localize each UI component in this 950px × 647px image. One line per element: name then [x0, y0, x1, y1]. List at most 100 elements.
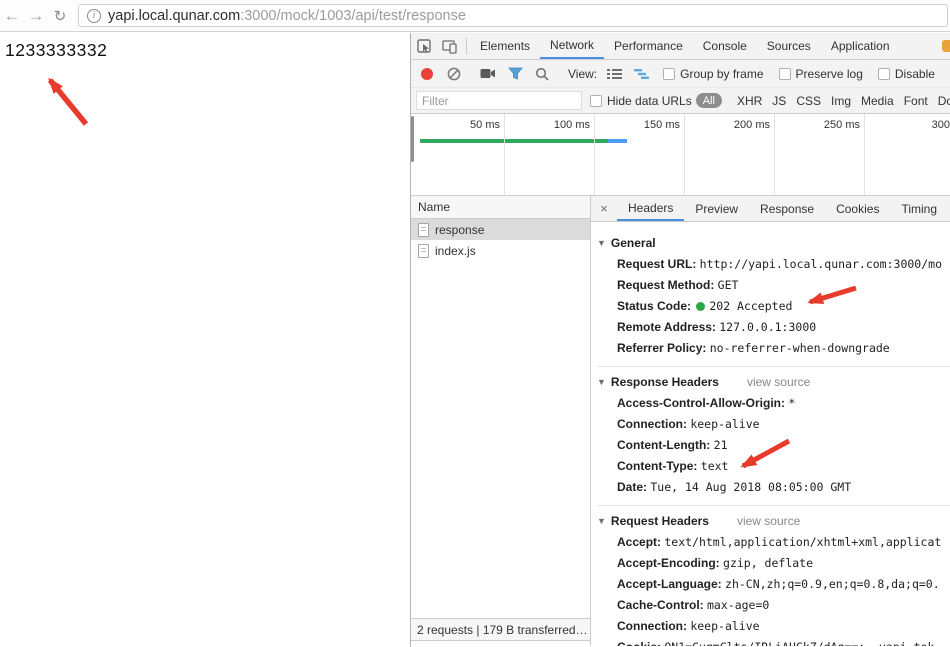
header-row: Date: Tue, 14 Aug 2018 08:05:00 GMT — [597, 477, 950, 498]
hide-data-urls-label: Hide data URLs — [607, 93, 692, 108]
filter-type-font[interactable]: Font — [904, 94, 928, 108]
record-icon[interactable] — [421, 67, 433, 80]
browser-toolbar: ← → ↻ i yapi.local.qunar.com:3000/mock/1… — [0, 0, 950, 32]
header-value: 127.0.0.1:3000 — [719, 320, 817, 334]
network-overview-timeline[interactable]: 50 ms 100 ms 150 ms 200 ms 250 ms 300 — [411, 114, 950, 196]
url-host: yapi.local.qunar.com — [108, 7, 241, 24]
disclosure-triangle-icon[interactable]: ▼ — [597, 377, 606, 387]
requests-summary: 2 requests | 179 B transferred… — [411, 618, 590, 641]
page-info-icon[interactable]: i — [87, 8, 101, 23]
checkbox-preserve-log[interactable] — [778, 67, 791, 80]
request-row[interactable]: response — [411, 219, 590, 240]
hide-data-urls-checkbox[interactable] — [590, 94, 602, 107]
header-key: Content-Length: — [617, 438, 714, 452]
filter-type-doc[interactable]: Doc — [938, 94, 950, 108]
tab-elements[interactable]: Elements — [470, 33, 540, 59]
device-toolbar-icon[interactable] — [437, 33, 463, 59]
header-row: Connection: keep-alive — [597, 414, 950, 435]
checkbox-group-by-frame[interactable] — [663, 67, 676, 80]
filter-icon[interactable] — [508, 67, 523, 80]
header-key: Request URL: — [617, 257, 700, 271]
timeline-tick-label: 50 ms — [470, 119, 500, 131]
header-value: gzip, deflate — [723, 556, 814, 570]
header-row: Accept-Encoding: gzip, deflate — [597, 553, 950, 574]
overview-handle[interactable] — [411, 116, 414, 162]
disclosure-triangle-icon[interactable]: ▼ — [597, 516, 606, 526]
back-icon[interactable]: ← — [0, 6, 24, 26]
tab-network[interactable]: Network — [540, 33, 605, 59]
document-icon — [418, 243, 429, 258]
mock-response-text: 1233333332 — [5, 40, 108, 60]
tab-application[interactable]: Application — [821, 33, 900, 59]
header-key: Date: — [617, 480, 651, 494]
detail-tab-preview[interactable]: Preview — [684, 196, 749, 221]
checkbox-disable[interactable] — [877, 67, 890, 80]
header-key: Access-Control-Allow-Origin: — [617, 396, 789, 410]
filter-type-css[interactable]: CSS — [796, 94, 821, 108]
close-icon[interactable]: × — [591, 196, 617, 221]
tab-sources[interactable]: Sources — [757, 33, 821, 59]
filter-type-xhr[interactable]: XHR — [737, 94, 762, 108]
show-overview-icon[interactable] — [634, 68, 650, 80]
filter-all-pill[interactable]: All — [695, 93, 722, 108]
header-value: 21 — [713, 438, 728, 452]
detail-tab-response[interactable]: Response — [749, 196, 825, 221]
url-bar[interactable]: i yapi.local.qunar.com:3000/mock/1003/ap… — [78, 4, 948, 27]
timeline-tick-label: 300 — [931, 119, 950, 131]
header-row: Content-Type: text — [597, 456, 950, 477]
detail-tab-cookies[interactable]: Cookies — [825, 196, 890, 221]
header-row: Referrer Policy: no-referrer-when-downgr… — [597, 338, 950, 359]
filter-type-media[interactable]: Media — [861, 94, 894, 108]
header-value: text — [700, 459, 729, 473]
warning-badge-icon[interactable] — [942, 40, 950, 52]
header-value: Tue, 14 Aug 2018 08:05:00 GMT — [650, 480, 852, 494]
filter-type-img[interactable]: Img — [831, 94, 851, 108]
section-title: Request Headers — [610, 514, 709, 528]
filter-input[interactable] — [416, 91, 582, 110]
name-column-header[interactable]: Name — [411, 196, 590, 219]
timeline-gridline — [864, 114, 865, 195]
header-value: no-referrer-when-downgrade — [709, 341, 890, 355]
timeline-tick-label: 100 ms — [553, 119, 590, 131]
status-green-dot-icon — [696, 302, 706, 311]
header-value: GET — [717, 278, 739, 292]
capture-screenshots-icon[interactable] — [480, 68, 496, 79]
headers-content: ▼ General Request URL: http://yapi.local.q… — [591, 222, 950, 646]
tab-console[interactable]: Console — [693, 33, 757, 59]
request-row[interactable]: index.js — [411, 240, 590, 261]
header-key: Connection: — [617, 417, 691, 431]
header-key: Accept: — [617, 535, 665, 549]
timeline-tick-label: 250 ms — [823, 119, 860, 131]
large-rows-icon[interactable] — [607, 68, 623, 80]
request-list-panel: Name response index.js 2 requests | 179 B… — [411, 196, 591, 646]
header-key: Accept-Encoding: — [617, 556, 724, 570]
inspect-element-icon[interactable] — [411, 33, 437, 59]
divider — [466, 38, 467, 54]
header-key: Referrer Policy: — [617, 341, 710, 355]
timeline-tick-label: 150 ms — [643, 119, 680, 131]
header-key: Connection: — [617, 619, 691, 633]
header-row: Connection: keep-alive — [597, 616, 950, 637]
network-main-split: Name response index.js 2 requests | 179 B… — [411, 196, 950, 646]
detail-tab-headers[interactable]: Headers — [617, 196, 685, 221]
view-source-link[interactable]: view source — [737, 514, 800, 528]
network-filter-bar: Hide data URLs All XHR JS CSS Img Media Font D… — [411, 88, 950, 114]
document-icon — [418, 222, 429, 237]
disclosure-triangle-icon[interactable]: ▼ — [597, 238, 606, 248]
devtools-tabs: Elements Network Performance Console Sources… — [411, 33, 950, 60]
view-source-link[interactable]: view source — [747, 375, 810, 389]
section-title-row: ▼ Request Headers view source — [597, 510, 950, 532]
header-key: Status Code: — [617, 299, 695, 313]
section-title-row: ▼ Response Headers view source — [597, 371, 950, 393]
forward-icon[interactable]: → — [24, 6, 48, 26]
header-key: Remote Address: — [617, 320, 720, 334]
reload-icon[interactable]: ↻ — [48, 7, 72, 25]
header-row: Remote Address: 127.0.0.1:3000 — [597, 317, 950, 338]
clear-icon[interactable] — [447, 67, 461, 81]
search-icon[interactable] — [535, 67, 549, 81]
tab-performance[interactable]: Performance — [604, 33, 693, 59]
filter-type-js[interactable]: JS — [772, 94, 786, 108]
header-row: Cookie: QN1=CuqmClts/IRLiAUCkZ/dAg==; _y… — [597, 637, 950, 646]
header-value: 202 Accepted — [709, 299, 793, 313]
detail-tab-timing[interactable]: Timing — [890, 196, 948, 221]
